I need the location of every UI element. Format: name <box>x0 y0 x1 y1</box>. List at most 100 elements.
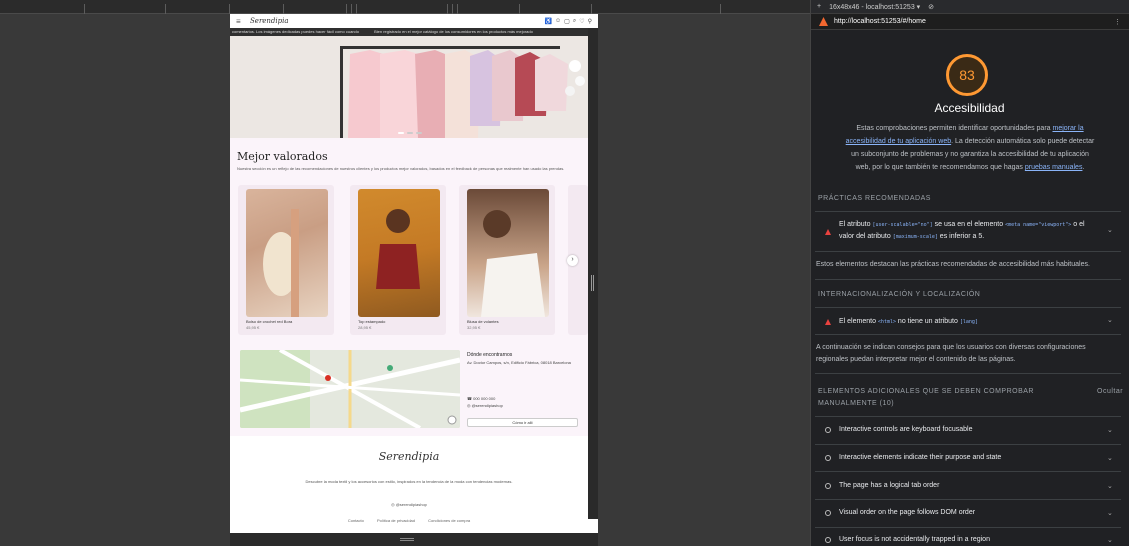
menu-icon[interactable]: ≡ <box>236 17 246 26</box>
product-price: 28,95 € <box>358 325 372 330</box>
devtools-toolbar: + 16x48x46 - localhost:51253 ▾ ⊘ <box>811 0 1129 14</box>
ruler-tick <box>591 4 592 14</box>
footer-link-terms[interactable]: Condiciones de compra <box>428 518 470 523</box>
divider <box>815 307 1121 308</box>
best-practices-note: Estos elementos destacan las prácticas r… <box>816 261 1090 268</box>
divider <box>815 211 1121 212</box>
report-url[interactable]: http://localhost:51253/#/home <box>834 18 926 25</box>
ruler-tick <box>519 4 520 14</box>
chevron-down-icon[interactable]: ⌄ <box>1107 426 1113 434</box>
user-icon[interactable]: ⚲ <box>588 18 592 25</box>
i18n-note: A continuación se indican consejos para … <box>816 344 1086 363</box>
search-icon[interactable]: ⌕ <box>573 18 576 25</box>
product-title[interactable]: Bolso de crochet red Bora <box>246 319 292 324</box>
chevron-down-icon[interactable]: ⌄ <box>1107 226 1113 234</box>
product-photo <box>481 210 545 317</box>
best-rated-section: Mejor valorados Nuestra sección es un re… <box>230 138 588 346</box>
audit-viewport-text: El atributo [user-scalable="no"] se usa … <box>839 219 1101 243</box>
divider <box>815 334 1121 335</box>
chevron-down-icon[interactable]: ⌄ <box>1107 536 1113 544</box>
product-card[interactable]: Bolso de crochet red Bora 45,95 € <box>238 185 334 335</box>
fail-icon <box>825 319 831 325</box>
product-image[interactable] <box>467 189 549 317</box>
marquee-text: Bien registrado en el mejor catálogo de … <box>374 29 533 34</box>
hero-carousel[interactable] <box>230 36 588 138</box>
marquee-text: comentarios. Los imágenes dedicadas pued… <box>232 29 359 34</box>
carousel-dot[interactable] <box>407 132 413 134</box>
audit-text: no tiene un atributo <box>895 318 960 325</box>
favorites-icon[interactable]: ♡ <box>579 18 584 25</box>
section-best-practices: PRÁCTICAS RECOMENDADAS <box>818 195 931 202</box>
chevron-down-icon[interactable]: ⌄ <box>1107 316 1113 324</box>
hide-manual-button[interactable]: Ocultar <box>1097 386 1123 398</box>
carousel-next-icon[interactable]: › <box>567 255 578 266</box>
product-title[interactable]: Top estampado <box>358 319 385 324</box>
fail-icon <box>825 229 831 235</box>
page-scrollbar[interactable] <box>588 28 598 519</box>
product-price: 32,95 € <box>467 325 481 330</box>
manual-check-icon <box>825 427 831 433</box>
divider <box>815 416 1121 417</box>
product-card[interactable]: Top estampado 28,95 € <box>350 185 446 335</box>
footer-logo: Serendipia <box>378 450 440 463</box>
footer-links: Contacto Política de privacidad Condicio… <box>230 518 588 523</box>
ruler-tick <box>84 4 85 14</box>
chevron-down-icon[interactable]: ⌄ <box>1107 482 1113 490</box>
site-header: ≡ Serendipia ♿ ☺ ▢ ⌕ ♡ ⚲ <box>230 14 598 28</box>
desc-text: . <box>1082 164 1085 171</box>
best-rated-description: Nuestra sección es un reflejo de las rec… <box>237 166 565 171</box>
chevron-down-icon[interactable]: ⌄ <box>1107 454 1113 462</box>
divider <box>815 471 1121 472</box>
location-instagram: ◎ @serendipiashop <box>467 403 503 408</box>
footer-instagram: ◎ @serendipiashop <box>391 502 427 507</box>
best-rated-title: Mejor valorados <box>237 150 328 163</box>
audit-code: [user-scalable="no"] <box>872 222 933 228</box>
ruler-tick <box>452 4 453 14</box>
instagram-handle[interactable]: @serendipiashop <box>472 403 503 408</box>
location-section: Dónde encontrarnos Av. Doctor Campos, s/… <box>230 346 588 436</box>
manual-item-text: User focus is not accidentally trapped i… <box>839 536 990 543</box>
category-description: Estas comprobaciones permiten identifica… <box>845 122 1095 174</box>
manual-check-icon <box>825 510 831 516</box>
ruler-tick <box>356 4 357 14</box>
manual-testing-link[interactable]: pruebas manuales <box>1025 164 1083 171</box>
site-footer: Serendipia Descubre la moda textil y los… <box>230 436 588 523</box>
resize-grip-icon[interactable] <box>400 538 414 541</box>
chevron-down-icon[interactable]: ⌄ <box>1107 509 1113 517</box>
product-title[interactable]: Blusa de volantes <box>467 319 499 324</box>
add-icon[interactable]: + <box>817 3 821 10</box>
carousel-dot[interactable] <box>398 132 404 134</box>
site-logo[interactable]: Serendipia <box>250 17 289 25</box>
divider <box>815 373 1121 374</box>
product-photo <box>376 209 420 289</box>
clear-icon[interactable]: ⊘ <box>928 3 934 11</box>
header-icons: ♿ ☺ ▢ ⌕ ♡ ⚲ <box>545 18 592 25</box>
audit-lang-text: El elemento <html> no tiene un atributo … <box>839 316 1101 328</box>
accessibility-icon[interactable]: ♿ <box>545 18 552 25</box>
audit-text: se usa en el elemento <box>932 221 1006 228</box>
product-image[interactable] <box>358 189 440 317</box>
location-phone: ☎ 000 000 000 <box>467 396 496 401</box>
account-icon[interactable]: ☺ <box>555 18 561 25</box>
audit-code: [lang] <box>959 319 978 325</box>
more-options-icon[interactable]: ⋮ <box>1114 18 1121 26</box>
ruler-tick <box>165 4 166 14</box>
resize-handle-icon[interactable] <box>591 275 594 291</box>
phone-number[interactable]: 000 000 000 <box>473 396 495 401</box>
accessibility-score-gauge[interactable]: 83 <box>946 54 988 96</box>
footer-instagram-handle[interactable]: @serendipiashop <box>396 502 427 507</box>
audit-text: El atributo <box>839 221 873 228</box>
location-map[interactable] <box>240 350 460 428</box>
product-image[interactable] <box>246 189 328 317</box>
product-card[interactable]: Blusa de volantes 32,95 € <box>459 185 555 335</box>
footer-link-privacy[interactable]: Política de privacidad <box>377 518 415 523</box>
map-image <box>240 350 460 428</box>
directions-button[interactable]: Cómo ir allí <box>467 418 578 427</box>
carousel-dots <box>398 132 422 134</box>
ruler-tick <box>447 4 448 14</box>
report-selector[interactable]: 16x48x46 - localhost:51253 ▾ <box>829 3 920 11</box>
product-price: 45,95 € <box>246 325 260 330</box>
carousel-dot[interactable] <box>416 132 422 134</box>
bag-icon[interactable]: ▢ <box>564 18 570 25</box>
footer-link-contact[interactable]: Contacto <box>348 518 364 523</box>
